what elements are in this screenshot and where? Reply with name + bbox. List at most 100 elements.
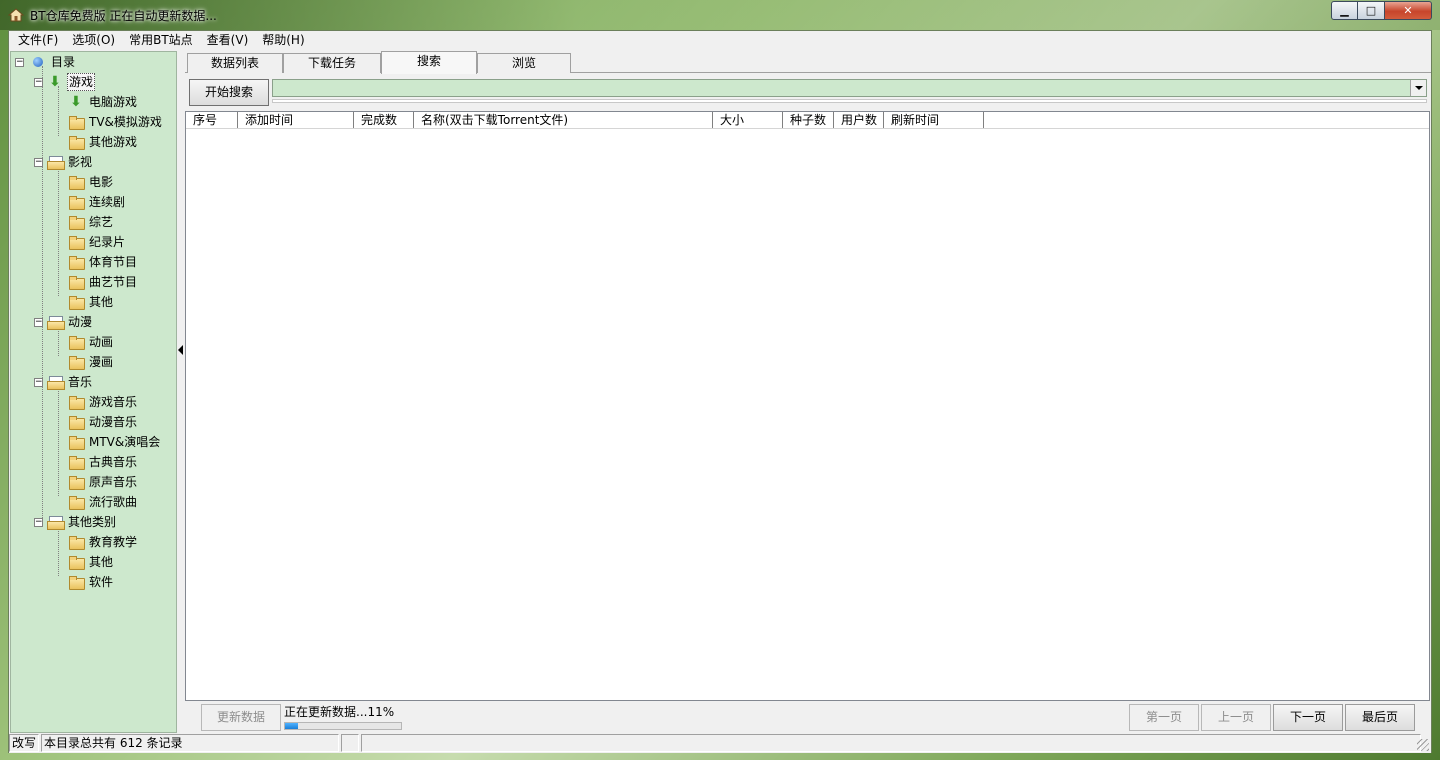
tree-category-other[interactable]: − 其他类别 bbox=[34, 512, 117, 532]
folder-icon bbox=[68, 115, 85, 130]
tree-item-label: 连续剧 bbox=[89, 195, 126, 209]
category-tree[interactable]: − 目录 − ⬇ 游戏 ⬇ 电脑游戏 TV&模拟游戏 其他游戏 − 影视 电影 连… bbox=[10, 51, 177, 733]
folder-icon bbox=[68, 355, 85, 370]
menu-file[interactable]: 文件(F) bbox=[11, 31, 65, 50]
folder-icon bbox=[68, 535, 85, 550]
dropdown-arrow-icon[interactable] bbox=[1410, 80, 1426, 96]
tab-bar: 数据列表 下载任务 搜索 浏览 bbox=[185, 51, 1431, 74]
folder-icon bbox=[68, 295, 85, 310]
tree-item[interactable]: 古典音乐 bbox=[68, 452, 138, 472]
maximize-button[interactable]: □ bbox=[1358, 1, 1385, 20]
tree-item[interactable]: 教育教学 bbox=[68, 532, 138, 552]
download-arrow-icon: ⬇ bbox=[70, 94, 82, 110]
menu-options[interactable]: 选项(O) bbox=[65, 31, 122, 50]
tree-item[interactable]: 其他 bbox=[68, 552, 114, 572]
tree-item-label: 电脑游戏 bbox=[89, 95, 138, 109]
tree-item[interactable]: 软件 bbox=[68, 572, 114, 592]
tree-item[interactable]: 连续剧 bbox=[68, 192, 126, 212]
start-search-button[interactable]: 开始搜索 bbox=[189, 79, 269, 106]
column-header-completed[interactable]: 完成数 bbox=[354, 112, 414, 128]
tree-item[interactable]: 综艺 bbox=[68, 212, 114, 232]
folder-icon bbox=[68, 415, 85, 430]
globe-icon bbox=[30, 55, 46, 69]
tree-item[interactable]: 漫画 bbox=[68, 352, 114, 372]
folder-icon bbox=[68, 255, 85, 270]
tree-item-label: 综艺 bbox=[89, 215, 114, 229]
column-header-added-time[interactable]: 添加时间 bbox=[238, 112, 354, 128]
tab-browse[interactable]: 浏览 bbox=[477, 53, 571, 73]
tree-item-label: MTV&演唱会 bbox=[89, 435, 161, 449]
category-folder-icon bbox=[47, 315, 65, 330]
folder-icon bbox=[68, 235, 85, 250]
collapse-toggle[interactable]: − bbox=[34, 157, 43, 167]
collapse-toggle[interactable]: − bbox=[34, 77, 43, 87]
tab-data-list[interactable]: 数据列表 bbox=[187, 53, 283, 73]
tree-category-games[interactable]: − ⬇ 游戏 bbox=[34, 72, 96, 92]
tree-item-label: 其他 bbox=[89, 295, 114, 309]
first-page-button[interactable]: 第一页 bbox=[1129, 704, 1199, 731]
tree-item[interactable]: 流行歌曲 bbox=[68, 492, 138, 512]
tree-item[interactable]: 曲艺节目 bbox=[68, 272, 138, 292]
tree-root[interactable]: − 目录 bbox=[15, 52, 76, 72]
tree-category-music[interactable]: − 音乐 bbox=[34, 372, 93, 392]
tree-category-anime[interactable]: − 动漫 bbox=[34, 312, 93, 332]
collapse-toggle[interactable]: − bbox=[34, 517, 43, 527]
tree-item[interactable]: 动画 bbox=[68, 332, 114, 352]
panel-splitter[interactable] bbox=[177, 51, 185, 733]
search-input[interactable] bbox=[272, 79, 1427, 97]
collapse-arrow-icon[interactable] bbox=[178, 345, 183, 355]
menu-bt-sites[interactable]: 常用BT站点 bbox=[122, 31, 200, 50]
column-header-size[interactable]: 大小 bbox=[713, 112, 783, 128]
tab-download-tasks[interactable]: 下载任务 bbox=[283, 53, 381, 73]
collapse-toggle[interactable]: − bbox=[15, 57, 24, 67]
column-header-refresh-time[interactable]: 刷新时间 bbox=[884, 112, 984, 128]
status-mode: 改写 bbox=[9, 734, 39, 752]
column-header-name[interactable]: 名称(双击下载Torrent文件) bbox=[414, 112, 713, 128]
tree-item[interactable]: ⬇ 电脑游戏 bbox=[68, 92, 138, 112]
tree-item[interactable]: 动漫音乐 bbox=[68, 412, 138, 432]
collapse-toggle[interactable]: − bbox=[34, 317, 43, 327]
minimize-button[interactable]: ▁ bbox=[1331, 1, 1358, 20]
tree-item[interactable]: 原声音乐 bbox=[68, 472, 138, 492]
tree-item[interactable]: 体育节目 bbox=[68, 252, 138, 272]
tree-item[interactable]: 其他游戏 bbox=[68, 132, 138, 152]
resize-grip-icon[interactable] bbox=[1417, 739, 1429, 751]
update-data-button[interactable]: 更新数据 bbox=[201, 704, 281, 731]
column-header-seeds[interactable]: 种子数 bbox=[783, 112, 834, 128]
tree-item-label: 曲艺节目 bbox=[89, 275, 138, 289]
menu-bar: 文件(F) 选项(O) 常用BT站点 查看(V) 帮助(H) bbox=[9, 31, 1431, 50]
column-header-index[interactable]: 序号 bbox=[186, 112, 238, 128]
tree-item[interactable]: MTV&演唱会 bbox=[68, 432, 161, 452]
window-controls: ▁ □ ✕ bbox=[1331, 1, 1432, 20]
tab-search[interactable]: 搜索 bbox=[381, 51, 477, 74]
search-toolbar: 开始搜索 bbox=[185, 75, 1431, 107]
tree-category-video[interactable]: − 影视 bbox=[34, 152, 93, 172]
tree-item[interactable]: 其他 bbox=[68, 292, 114, 312]
folder-icon bbox=[68, 395, 85, 410]
prev-page-button[interactable]: 上一页 bbox=[1201, 704, 1271, 731]
tree-item-label: 游戏音乐 bbox=[89, 395, 138, 409]
folder-icon bbox=[68, 195, 85, 210]
last-page-button[interactable]: 最后页 bbox=[1345, 704, 1415, 731]
update-progress-bar bbox=[284, 722, 402, 730]
pager-footer: 更新数据 正在更新数据...11% 第一页 上一页 下一页 最后页 bbox=[185, 704, 1431, 733]
results-table[interactable]: 序号 添加时间 完成数 名称(双击下载Torrent文件) 大小 种子数 用户数… bbox=[185, 111, 1430, 701]
folder-icon bbox=[68, 335, 85, 350]
collapse-toggle[interactable]: − bbox=[34, 377, 43, 387]
menu-view[interactable]: 查看(V) bbox=[200, 31, 256, 50]
column-header-users[interactable]: 用户数 bbox=[834, 112, 884, 128]
status-panel-3 bbox=[341, 734, 359, 752]
close-button[interactable]: ✕ bbox=[1385, 1, 1432, 20]
tree-category-label: 动漫 bbox=[68, 315, 93, 329]
next-page-button[interactable]: 下一页 bbox=[1273, 704, 1343, 731]
tree-item[interactable]: TV&模拟游戏 bbox=[68, 112, 163, 132]
tree-item[interactable]: 游戏音乐 bbox=[68, 392, 138, 412]
tree-category-label: 游戏 bbox=[67, 73, 96, 91]
tree-item[interactable]: 纪录片 bbox=[68, 232, 126, 252]
folder-icon bbox=[68, 495, 85, 510]
menu-help[interactable]: 帮助(H) bbox=[255, 31, 311, 50]
title-bar[interactable]: BT仓库免费版 正在自动更新数据... ▁ □ ✕ bbox=[0, 0, 1440, 30]
tree-item[interactable]: 电影 bbox=[68, 172, 114, 192]
tree-item-label: 其他游戏 bbox=[89, 135, 138, 149]
tree-line bbox=[42, 66, 43, 526]
